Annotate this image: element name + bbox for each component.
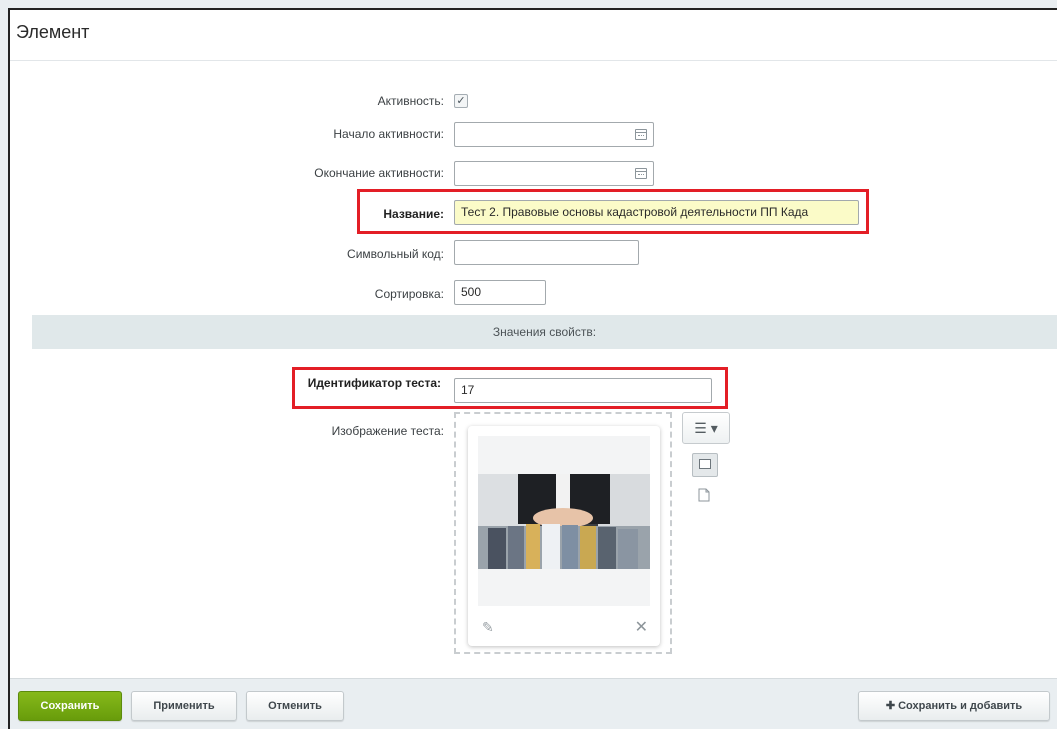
image-icon [699,459,711,469]
footer-bar: Сохранить Применить Отменить ✚ Сохранить… [10,678,1057,729]
apply-button[interactable]: Применить [131,691,237,721]
save-button[interactable]: Сохранить [18,691,122,721]
checkmark-icon: ✓ [456,95,466,107]
code-field[interactable] [454,240,639,265]
properties-section-header: Значения свойств: [32,315,1057,349]
start-date-label: Начало активности: [333,127,444,141]
window-title: Элемент [16,22,90,42]
image-mode-button[interactable] [692,453,718,477]
menu-lines-icon: ☰ ▾ [694,420,718,436]
test-id-label: Идентификатор теста: [307,376,441,390]
sort-field[interactable]: 500 [454,280,546,305]
save-and-add-button[interactable]: ✚ Сохранить и добавить [858,691,1050,721]
active-checkbox[interactable]: ✓ [454,94,468,108]
name-field[interactable]: Тест 2. Правовые основы кадастровой деят… [454,200,859,225]
save-and-add-label: Сохранить и добавить [898,700,1023,712]
calendar-icon[interactable] [635,129,647,140]
end-date-label: Окончание активности: [314,166,444,180]
end-date-field[interactable] [454,161,654,186]
edit-pencil-icon[interactable]: ✎ [482,620,496,634]
delete-icon[interactable]: ✕ [635,620,648,636]
test-image-label: Изображение теста: [331,424,444,438]
cancel-button[interactable]: Отменить [246,691,344,721]
file-icon[interactable] [698,488,710,502]
active-label: Активность: [377,94,444,108]
menu-dropdown-button[interactable]: ☰ ▾ [682,412,730,444]
test-id-field[interactable]: 17 [454,378,712,403]
plus-icon: ✚ [885,700,896,712]
form-content: Активность: ✓ Начало активности: Окончан… [10,61,1057,679]
title-bar: Элемент [10,10,1057,61]
name-label: Название: [383,207,444,221]
sort-label: Сортировка: [374,287,444,301]
code-label: Символьный код: [347,247,444,261]
image-drop-zone[interactable]: ✎ ✕ [454,412,672,654]
test-image-photo [478,474,650,569]
image-preview-card[interactable]: ✎ ✕ [468,426,660,646]
calendar-icon[interactable] [635,168,647,179]
photo-area [478,436,650,606]
element-edit-window: Элемент Активность: ✓ Начало активности:… [8,8,1057,729]
start-date-field[interactable] [454,122,654,147]
